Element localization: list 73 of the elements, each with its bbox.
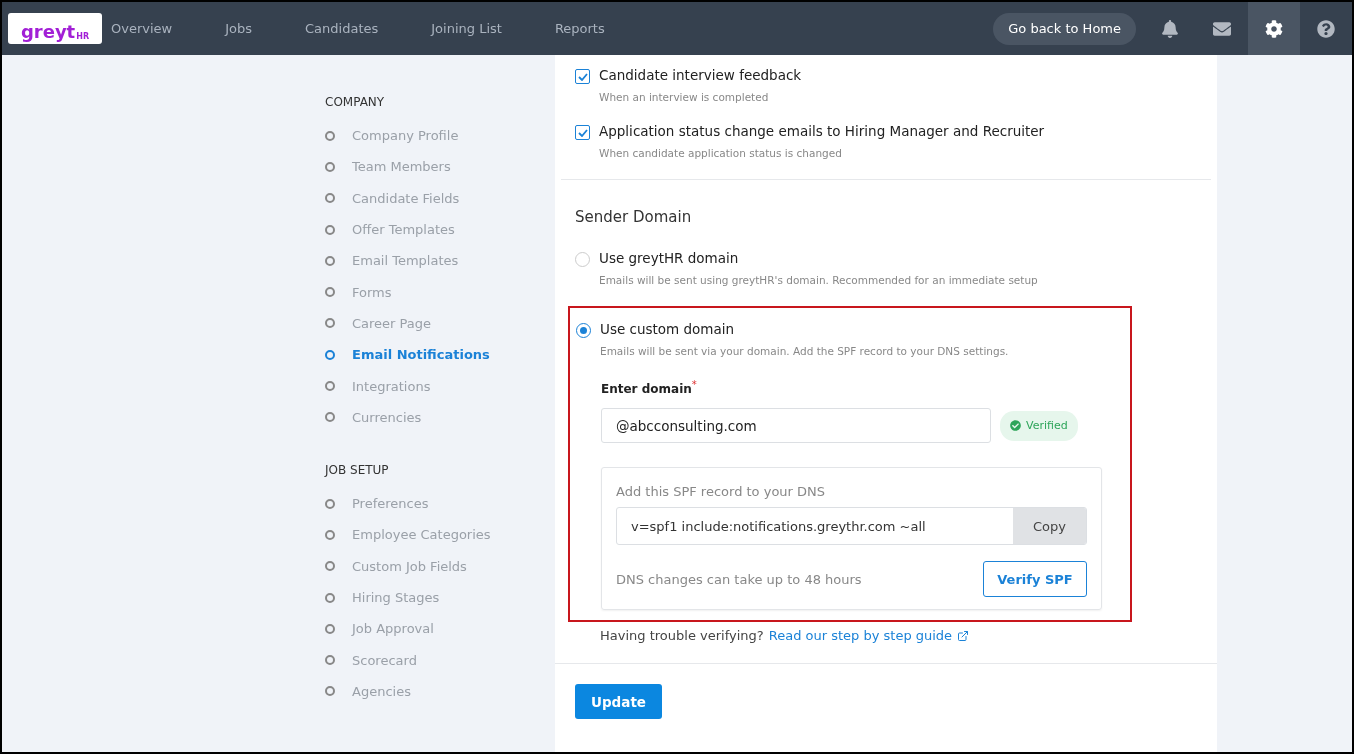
ring-icon: [325, 655, 335, 666]
logo-subtext: HR: [76, 33, 90, 41]
sidebar-item[interactable]: Hiring Stages: [325, 581, 555, 614]
ring-icon: [325, 349, 335, 360]
sidebar-item[interactable]: Company Profile: [325, 120, 555, 152]
ring-icon: [325, 412, 335, 423]
nav-link[interactable]: Jobs: [225, 21, 280, 36]
ring-icon: [325, 592, 335, 603]
ring-icon: [325, 529, 335, 540]
guide-link[interactable]: Read our step by step guide: [768, 628, 970, 643]
section-title: Sender Domain: [575, 208, 693, 226]
sidebar-item[interactable]: Integrations: [325, 370, 555, 402]
ring-icon: [325, 224, 335, 235]
sidebar-item[interactable]: Email Notifications: [325, 339, 555, 371]
sidebar-item[interactable]: Scorecard: [325, 644, 555, 676]
ring-icon: [325, 193, 335, 204]
nav-link[interactable]: Overview: [111, 21, 200, 36]
help-text: Having trouble verifying?: [600, 628, 764, 643]
settings-icon: [1265, 19, 1283, 38]
ring-icon: [325, 130, 335, 141]
option-description: When an interview is completed: [599, 91, 770, 103]
sidebar-item[interactable]: Candidate Fields: [325, 182, 555, 214]
ring-icon: [325, 318, 335, 329]
ring-icon: [325, 561, 335, 572]
domain-field[interactable]: @abcconsulting.com: [601, 408, 991, 443]
field-label: Enter domain$^{*}$: [601, 379, 698, 396]
ring-icon: [325, 255, 335, 266]
sidebar-item[interactable]: Forms: [325, 276, 555, 308]
spf-record-field[interactable]: v=spf1 include:notifications.greythr.com ~all Copy: [616, 507, 1087, 545]
nav-link[interactable]: Candidates: [305, 21, 406, 36]
sidebar-item[interactable]: Team Members: [325, 151, 555, 183]
option-description: Emails will be sent using greytHR's domain. Recommended for an immediate setup: [599, 274, 1038, 286]
option-label: Application status change emails to Hiring Manager and Recruiter: [599, 123, 1045, 139]
sidebar-item[interactable]: Employee Categories: [325, 519, 555, 551]
sidebar-item[interactable]: Preferences: [325, 487, 555, 520]
dns-note: DNS changes can take up to 48 hours: [616, 571, 862, 587]
ring-icon: [325, 498, 335, 509]
ring-icon: [325, 381, 335, 391]
sidebar-item[interactable]: Email Templates: [325, 245, 555, 277]
ring-icon: [325, 287, 335, 298]
option-description: Emails will be sent via your domain. Add the SPF record to your DNS settings.: [600, 345, 1009, 357]
option-label: Use custom domain: [600, 321, 736, 337]
sidebar-item[interactable]: Career Page: [325, 307, 555, 340]
sidebar-item[interactable]: Currencies: [325, 401, 555, 433]
external-link-icon: [957, 629, 970, 642]
option-label: Use greytHR domain: [599, 250, 740, 266]
ring-icon: [325, 686, 335, 697]
bell-icon: [1161, 19, 1179, 38]
ring-icon: [325, 623, 335, 634]
nav-link[interactable]: Joining List: [431, 21, 529, 36]
sidebar-heading: COMPANY: [325, 95, 386, 109]
option-description: When candidate application status is changed: [599, 147, 843, 159]
sidebar-item[interactable]: Agencies: [325, 675, 555, 708]
status-badge: Verified: [1000, 410, 1078, 441]
spf-title: Add this SPF record to your DNS: [616, 484, 827, 499]
checkbox[interactable]: [575, 125, 590, 140]
home-button[interactable]: Go back to Home: [993, 12, 1136, 45]
verify-button[interactable]: Verify SPF: [983, 561, 1087, 597]
mail-icon: [1213, 19, 1231, 38]
sidebar-heading: JOB SETUP: [325, 462, 390, 477]
option-label: Candidate interview feedback: [599, 67, 802, 83]
logo-text: greyt: [20, 23, 76, 41]
sidebar-item[interactable]: Job Approval: [325, 613, 555, 645]
sidebar-item[interactable]: Custom Job Fields: [325, 550, 555, 582]
nav-link[interactable]: Reports: [554, 21, 632, 36]
help-icon: [1317, 19, 1335, 38]
copy-button[interactable]: Copy: [1013, 508, 1086, 544]
checkbox[interactable]: [575, 69, 590, 84]
ring-icon: [325, 161, 335, 172]
nav-icon-button[interactable]: [1248, 2, 1300, 55]
logo[interactable]: greyt HR: [8, 13, 102, 44]
sidebar-item[interactable]: Offer Templates: [325, 213, 555, 246]
update-button[interactable]: Update: [575, 684, 662, 719]
